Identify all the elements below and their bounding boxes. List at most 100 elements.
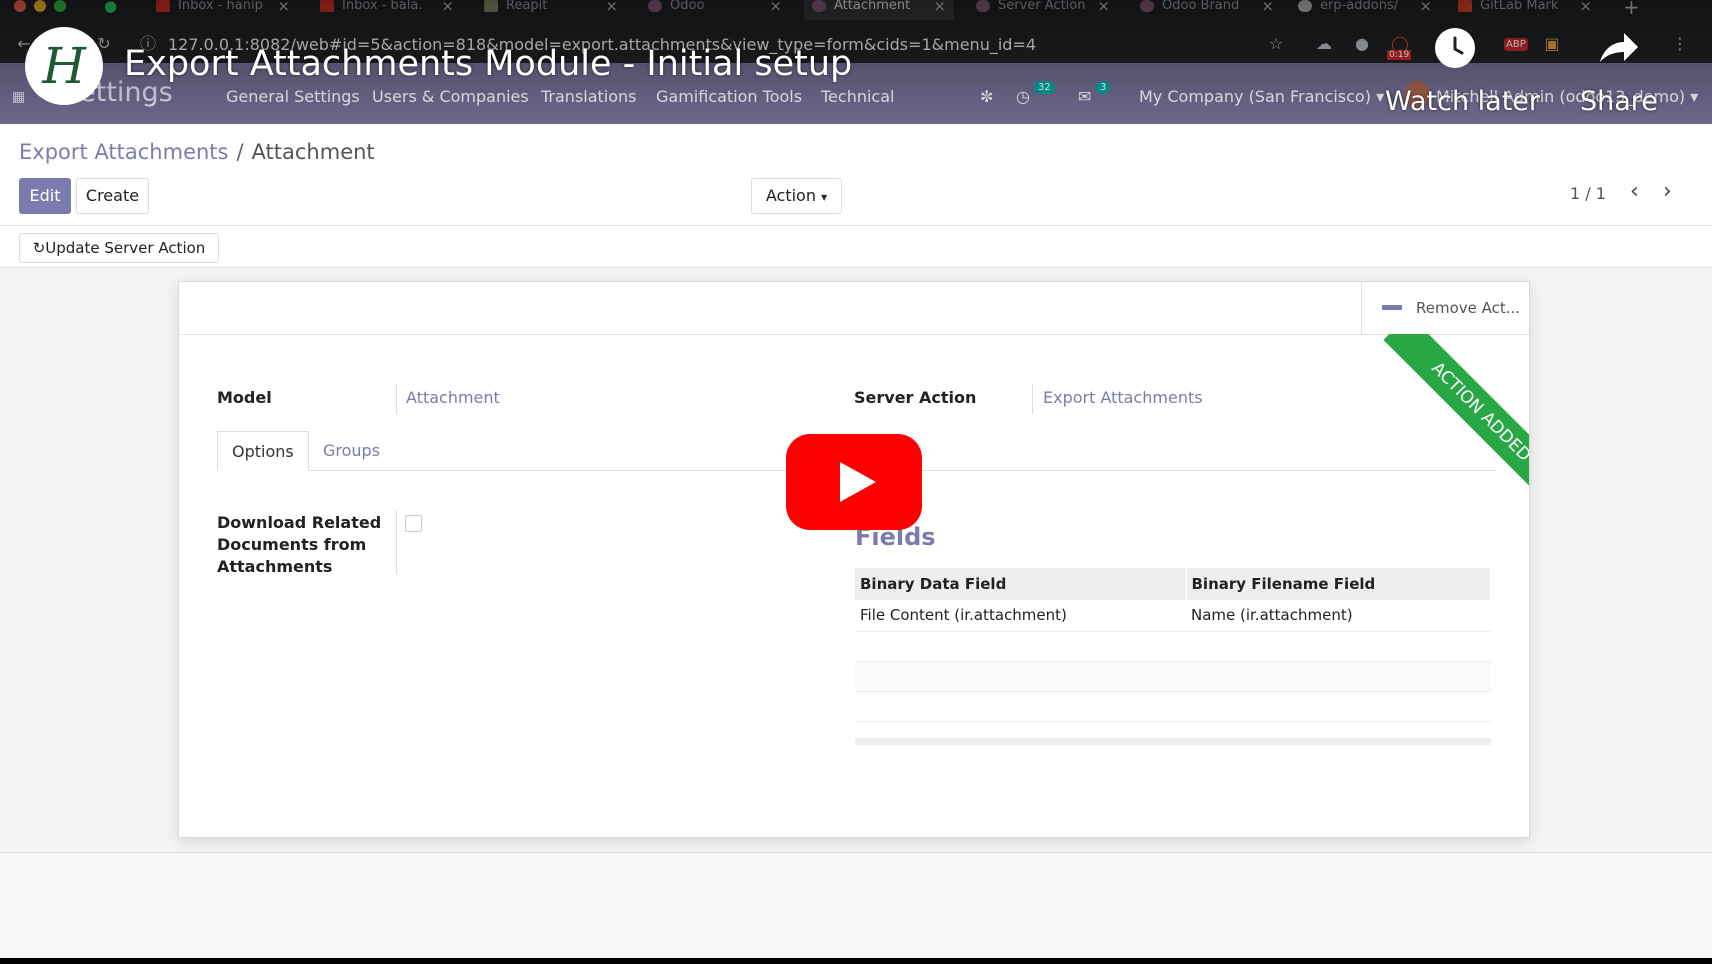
debug-bug-icon[interactable]: ✼ bbox=[980, 87, 993, 106]
browser-tab[interactable]: erp-addons/ × bbox=[1290, 0, 1440, 20]
monkey-extension-icon[interactable]: ● bbox=[1352, 34, 1372, 54]
messages-chat-icon[interactable]: ✉ 3 bbox=[1078, 81, 1111, 106]
watch-later-label: Watch later bbox=[1385, 86, 1540, 117]
reapit-icon bbox=[484, 0, 498, 12]
close-tab-icon[interactable]: × bbox=[277, 0, 290, 15]
gmail-icon bbox=[320, 0, 334, 12]
column-header[interactable]: Binary Data Field bbox=[855, 568, 1187, 600]
menu-translations[interactable]: Translations bbox=[541, 87, 637, 106]
download-related-checkbox[interactable] bbox=[405, 515, 422, 532]
menu-general-settings[interactable]: General Settings bbox=[226, 87, 360, 106]
close-tab-icon[interactable]: × bbox=[769, 0, 782, 15]
video-bottom-edge bbox=[0, 958, 1712, 964]
download-related-label: Download Related Documents from Attachme… bbox=[217, 513, 382, 576]
action-dropdown[interactable]: Action ▾ bbox=[751, 178, 842, 214]
tab-groups[interactable]: Groups bbox=[309, 431, 394, 471]
close-window-dot[interactable] bbox=[14, 0, 26, 12]
tab-title: Odoo bbox=[670, 0, 705, 13]
server-action-label: Server Action bbox=[854, 388, 977, 407]
menu-users-companies[interactable]: Users & Companies bbox=[372, 87, 529, 106]
play-button[interactable] bbox=[786, 434, 922, 530]
minus-icon bbox=[1382, 305, 1402, 310]
server-action-value-link[interactable]: Export Attachments bbox=[1043, 388, 1203, 407]
empty-row bbox=[855, 661, 1491, 692]
browser-tab[interactable]: GitLab Mark × bbox=[1450, 0, 1600, 20]
github-icon bbox=[1298, 0, 1312, 12]
whatsapp-tab-icon[interactable]: ● bbox=[104, 0, 117, 15]
column-header[interactable]: Binary Filename Field bbox=[1186, 568, 1491, 600]
activity-clock-icon[interactable]: ◷ 32 bbox=[1016, 81, 1055, 106]
tab-title: Reapit bbox=[506, 0, 548, 13]
update-server-action-label: Update Server Action bbox=[45, 239, 206, 257]
browser-tab[interactable]: Server Action × bbox=[968, 0, 1118, 20]
action-label: Action bbox=[765, 186, 816, 205]
odoo-icon bbox=[812, 0, 826, 12]
tab-title: erp-addons/ bbox=[1320, 0, 1399, 13]
share-button[interactable]: Share bbox=[1578, 28, 1678, 118]
apps-grid-icon[interactable]: ▦ bbox=[12, 89, 25, 105]
watch-later-button[interactable]: Watch later bbox=[1385, 28, 1540, 118]
menu-technical[interactable]: Technical bbox=[821, 87, 894, 106]
tab-title: Attachment bbox=[834, 0, 911, 13]
form-sheet: Remove Act... ACTION ADDED Model Attachm… bbox=[178, 281, 1530, 838]
empty-row bbox=[855, 691, 1491, 722]
field-divider bbox=[396, 510, 397, 574]
pager-next-icon[interactable]: › bbox=[1663, 179, 1672, 204]
odoo-icon bbox=[648, 0, 662, 12]
close-tab-icon[interactable]: × bbox=[933, 0, 946, 15]
close-tab-icon[interactable]: × bbox=[1419, 0, 1432, 15]
create-button[interactable]: Create bbox=[76, 178, 149, 214]
browser-tab-active[interactable]: Attachment × bbox=[804, 0, 954, 20]
browser-tab[interactable]: Odoo Brand × bbox=[1132, 0, 1282, 20]
minimize-window-dot[interactable] bbox=[34, 0, 46, 12]
browser-tab[interactable]: Reapit × bbox=[476, 0, 626, 20]
edit-button[interactable]: Edit bbox=[19, 178, 71, 214]
tab-title: GitLab Mark bbox=[1480, 0, 1559, 13]
maximize-window-dot[interactable] bbox=[54, 0, 66, 12]
breadcrumb-parent-link[interactable]: Export Attachments bbox=[19, 140, 228, 164]
browser-tab[interactable]: Inbox - hanip × bbox=[148, 0, 298, 20]
field-divider bbox=[1032, 384, 1033, 414]
company-switcher[interactable]: My Company (San Francisco) ▾ bbox=[1139, 87, 1384, 106]
extension-icon[interactable]: ▣ bbox=[1542, 34, 1562, 54]
ribbon-text: ACTION ADDED bbox=[1383, 334, 1529, 504]
browser-tab[interactable]: Inbox - bala. × bbox=[312, 0, 462, 20]
share-label: Share bbox=[1580, 86, 1658, 117]
video-title[interactable]: Export Attachments Module - Initial setu… bbox=[124, 44, 852, 84]
remove-action-button[interactable]: Remove Act... bbox=[1361, 282, 1529, 334]
model-value-link[interactable]: Attachment bbox=[406, 388, 500, 407]
table-row[interactable]: File Content (ir.attachment) Name (ir.at… bbox=[855, 600, 1491, 632]
caret-down-icon: ▾ bbox=[821, 190, 828, 204]
pager-value[interactable]: 1 / 1 bbox=[1570, 184, 1606, 203]
caret-down-icon: ▾ bbox=[1376, 87, 1385, 106]
chatter-area bbox=[0, 853, 1712, 964]
button-box-divider bbox=[179, 334, 1529, 335]
activity-count-badge: 32 bbox=[1034, 81, 1055, 94]
close-tab-icon[interactable]: × bbox=[605, 0, 618, 15]
clock-icon bbox=[1435, 28, 1475, 68]
browser-tab[interactable]: Odoo × bbox=[640, 0, 790, 20]
channel-logo[interactable]: H bbox=[25, 27, 103, 105]
gitlab-icon bbox=[1458, 0, 1472, 12]
close-tab-icon[interactable]: × bbox=[1097, 0, 1110, 15]
update-server-action-button[interactable]: ↻Update Server Action bbox=[19, 233, 219, 263]
cloud-extension-icon[interactable]: ☁ bbox=[1314, 34, 1334, 54]
refresh-icon: ↻ bbox=[32, 239, 46, 257]
close-tab-icon[interactable]: × bbox=[1579, 0, 1592, 15]
table-footer bbox=[855, 738, 1491, 745]
menu-gamification-tools[interactable]: Gamification Tools bbox=[656, 87, 802, 106]
new-tab-icon[interactable]: + bbox=[1623, 0, 1640, 19]
model-label: Model bbox=[217, 388, 272, 407]
close-tab-icon[interactable]: × bbox=[441, 0, 454, 15]
table-cell: File Content (ir.attachment) bbox=[855, 600, 1186, 632]
tab-title: Server Action bbox=[998, 0, 1086, 13]
odoo-content: Export Attachments / Attachment Edit Creat… bbox=[0, 124, 1712, 964]
empty-row bbox=[855, 631, 1491, 662]
close-tab-icon[interactable]: × bbox=[1261, 0, 1274, 15]
tab-title: Inbox - hanip bbox=[178, 0, 263, 13]
pager-previous-icon[interactable]: ‹ bbox=[1630, 179, 1639, 204]
bookmark-star-icon[interactable]: ☆ bbox=[1266, 34, 1286, 54]
tab-options[interactable]: Options bbox=[217, 431, 309, 471]
fields-table: Binary Data Field Binary Filename Field … bbox=[855, 568, 1491, 722]
control-panel: Export Attachments / Attachment Edit Creat… bbox=[0, 124, 1712, 226]
